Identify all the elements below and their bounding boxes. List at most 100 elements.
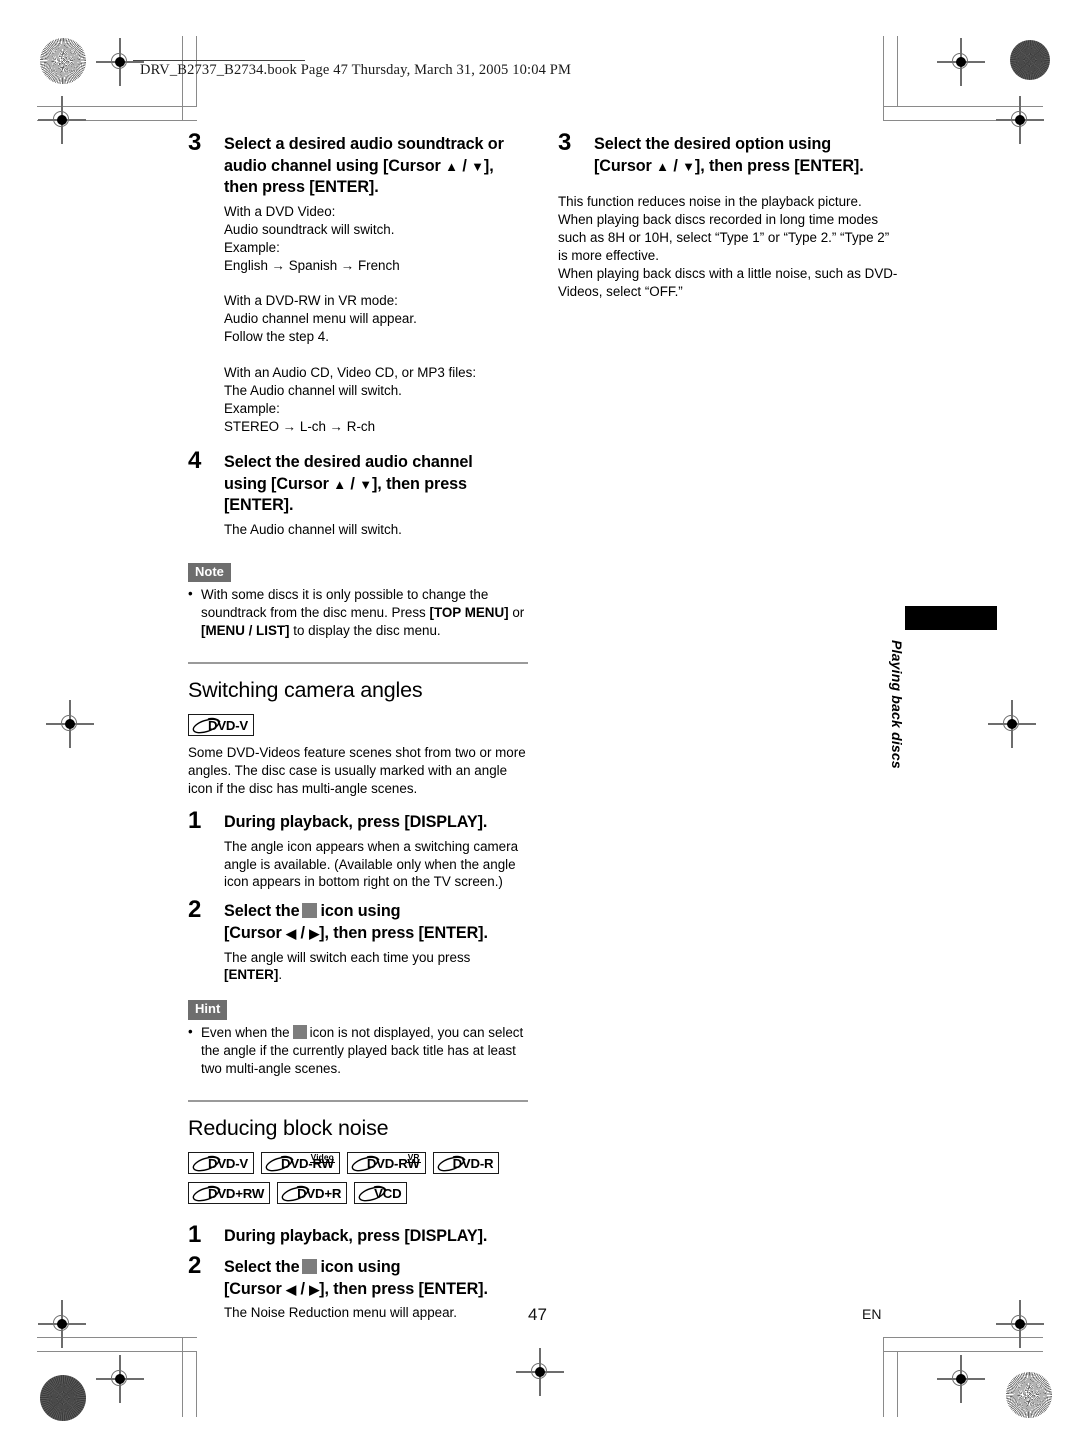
- slash: /: [296, 923, 310, 942]
- key-enter: [ENTER]: [224, 967, 279, 983]
- cursor-left-icon: ◀: [286, 925, 297, 941]
- noise-icon: [302, 1259, 318, 1275]
- registration-mark: [516, 1348, 564, 1396]
- step-title-line2-pre: [Cursor: [224, 1279, 287, 1298]
- step-3-select-option: 3 Select the desired option using [Curso…: [558, 129, 898, 177]
- file-header: DRV_B2737_B2734.book Page 47 Thursday, M…: [140, 62, 572, 78]
- camera-angles-intro: Some DVD-Videos feature scenes shot from…: [188, 744, 526, 796]
- disc-badge-label: VCD: [374, 1185, 402, 1201]
- cursor-up-icon: ▲: [445, 158, 458, 174]
- note-badge: Note: [188, 562, 231, 583]
- step-title: During playback, press [DISPLAY].: [224, 1226, 488, 1245]
- note-text-3: to display the disc menu.: [289, 623, 441, 639]
- step-body: The angle icon appears when a switching …: [224, 838, 519, 890]
- right-paragraph-1: This function reduces noise in the playb…: [558, 194, 890, 264]
- body-line: Example:: [224, 401, 280, 417]
- section-camera-angles: Switching camera angles DVD-V Some DVD-V…: [188, 662, 528, 1078]
- cursor-right-icon: ▶: [309, 925, 320, 941]
- section-heading-block-noise: Reducing block noise: [188, 1115, 389, 1140]
- slash: /: [457, 156, 472, 175]
- body-line: The Audio channel will switch.: [224, 383, 402, 399]
- step-number: 3: [558, 129, 572, 156]
- step-number: 1: [188, 807, 202, 834]
- hint-bullet-item: • Even when the icon is not displayed, yo…: [188, 1024, 528, 1078]
- step-title-line1: Select the desired option using: [594, 135, 832, 153]
- key-menu-list: [MENU / LIST]: [201, 623, 290, 639]
- disc-badge-dvd-plus-rw: DVD+RW: [188, 1181, 271, 1204]
- body-line: With a DVD-RW in VR mode:: [224, 293, 398, 309]
- left-column: 3 Select a desired audio soundtrack or a…: [188, 131, 528, 1324]
- step-title: Select the icon using [Cursor ◀ / ▶], the…: [224, 901, 528, 944]
- cursor-down-icon: ▼: [682, 158, 695, 174]
- step-title-line2-pre: [Cursor: [594, 156, 657, 175]
- crop-line: [182, 1337, 183, 1417]
- page-number: 47: [528, 1305, 547, 1324]
- step-title: Select the desired audio channel using […: [224, 452, 528, 517]
- step-body-dvd-video: With a DVD Video: Audio soundtrack will …: [224, 203, 528, 275]
- print-density-target: [1010, 40, 1050, 80]
- body-line: STEREO → L-ch → R-ch: [224, 419, 376, 435]
- section-divider: [188, 662, 528, 665]
- step-number: 4: [188, 447, 202, 475]
- step-2-select-noise-icon: 2 Select the icon using [Cursor ◀ / ▶], t…: [188, 1254, 528, 1322]
- body-line: Audio channel menu will appear.: [224, 311, 417, 327]
- side-tab-bar: [905, 606, 997, 630]
- disc-badge-vcd: VCD: [354, 1181, 408, 1204]
- step-body: The Audio channel will switch.: [224, 521, 402, 537]
- header-rule: [133, 60, 305, 61]
- section-block-noise: Reducing block noise DVD-V Video DVD-RW: [188, 1099, 528, 1322]
- step-title-line2-post: ],: [483, 156, 494, 175]
- right-paragraph-2: When playing back discs with a little no…: [558, 266, 898, 300]
- crop-line: [883, 1351, 1043, 1352]
- disc-badge-label: DVD+R: [297, 1185, 342, 1201]
- body-line: English → Spanish → French: [224, 257, 400, 273]
- step-title-pre: Select the: [224, 1258, 300, 1277]
- right-column: 3 Select the desired option using [Curso…: [558, 129, 898, 301]
- step-title: Select a desired audio soundtrack or aud…: [224, 134, 528, 199]
- disc-badge-label: DVD-R: [452, 1155, 494, 1171]
- print-density-target: [1006, 1372, 1052, 1418]
- registration-mark: [96, 1355, 144, 1403]
- disc-badge-row-1: DVD-V Video DVD-RW VR DVD-RW DVD-R: [188, 1151, 538, 1174]
- disc-badge-dvd-rw-vr: VR DVD-RW: [346, 1151, 426, 1174]
- crop-line: [897, 1351, 898, 1417]
- bullet-glyph: •: [188, 1023, 193, 1039]
- step-title-line1: Select a desired audio soundtrack or: [224, 135, 504, 153]
- step-title-mid: icon using: [320, 902, 401, 921]
- disc-badge-label: DVD-V: [208, 1155, 249, 1171]
- disc-badge-row-2: DVD+RW DVD+R VCD: [188, 1181, 538, 1204]
- disc-badge-label: DVD+RW: [208, 1185, 265, 1201]
- step-number: 2: [188, 896, 202, 924]
- step-title-line2-pre: using [Cursor: [224, 474, 334, 493]
- disc-badge-sup: Video: [309, 1151, 335, 1163]
- registration-mark: [38, 1300, 86, 1348]
- step-title: During playback, press [DISPLAY].: [224, 813, 488, 831]
- step-title-line2-post: ], then press [ENTER].: [694, 156, 864, 175]
- registration-mark: [937, 38, 985, 86]
- section-divider: [188, 1099, 528, 1102]
- registration-mark: [988, 700, 1036, 748]
- step-body: The Noise Reduction menu will appear.: [224, 1305, 457, 1321]
- cursor-right-icon: ▶: [309, 1281, 320, 1297]
- crop-line: [883, 36, 884, 120]
- step-title-line2-pre: audio channel using [Cursor: [224, 156, 446, 175]
- step-2-select-angle-icon: 2 Select the icon using [Cursor ◀ / ▶], t…: [188, 896, 528, 985]
- cursor-down-icon: ▼: [471, 158, 484, 174]
- note-block: Note • With some discs it is only possib…: [188, 562, 528, 640]
- step-body: The angle will switch each time you pres…: [224, 949, 528, 985]
- registration-mark: [38, 96, 86, 144]
- registration-mark: [937, 1355, 985, 1403]
- print-density-target: [40, 1375, 86, 1421]
- step-body-text: The angle will switch each time you pres…: [224, 949, 471, 965]
- cursor-up-icon: ▲: [656, 158, 669, 174]
- disc-badge-dvd-v: DVD-V: [188, 713, 255, 736]
